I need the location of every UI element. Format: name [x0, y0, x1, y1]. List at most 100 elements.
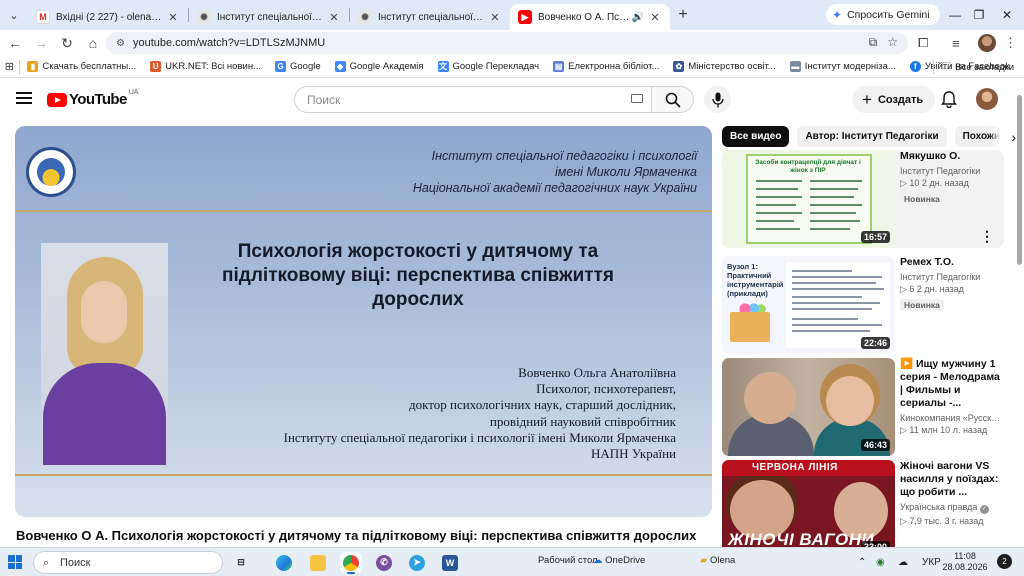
search-button[interactable] [652, 86, 694, 113]
tab-youtube-active[interactable]: ▶ Вовченко О А. Психологія 🔊 ✕ [510, 4, 670, 30]
site-info-icon[interactable]: ⚙ [116, 38, 125, 49]
video-thumbnail[interactable]: Засоби контрацепції для дівчат і жінок з… [722, 150, 895, 248]
cast-icon[interactable]: ⧉ [869, 35, 878, 50]
speaker-icon[interactable]: 🔊 [632, 12, 644, 23]
ask-gemini-button[interactable]: ✦ Спросить Gemini [826, 4, 940, 25]
close-tab-icon[interactable]: ✕ [327, 11, 341, 24]
notification-count[interactable]: 2 [997, 554, 1012, 569]
all-bookmarks-button[interactable]: 🗀 Все закладки [925, 56, 1014, 78]
bookmark-item[interactable]: ▤ Електронна бібліот... [553, 61, 659, 72]
bookmark-item[interactable]: ▬ Інститут модерніза... [789, 61, 896, 72]
recommendation-channel[interactable]: Інститут Педагогіки [900, 166, 1004, 176]
bookmark-item[interactable]: U UKR.NET: Всі новин... [150, 61, 261, 72]
close-tab-icon[interactable]: ✕ [648, 11, 662, 24]
close-window-button[interactable]: ✕ [984, 0, 1024, 30]
search-placeholder: Поиск [307, 92, 341, 107]
account-avatar[interactable] [976, 88, 998, 110]
bookmark-favicon-icon: f [909, 61, 921, 72]
notifications-bell-icon[interactable] [941, 91, 957, 108]
word-icon: W [442, 554, 458, 571]
slide-header-line: Інститут спеціальної педагогіки і психол… [431, 149, 697, 163]
system-clock[interactable]: 11:08 28.08.2026 [940, 551, 990, 573]
chevron-right-icon[interactable]: › [990, 126, 1016, 147]
plus-icon: + [862, 89, 872, 109]
tray-app-icon[interactable]: ◉ [876, 548, 885, 576]
tray-cloud-icon[interactable]: ☁ [898, 548, 908, 576]
file-explorer-app[interactable] [307, 552, 329, 573]
extensions-icon[interactable]: ⧠ [918, 30, 928, 56]
video-player[interactable]: Інститут спеціальної педагогіки і психол… [15, 126, 712, 517]
video-thumbnail[interactable]: Вузол 1: Практичний інструментарій (прик… [722, 256, 895, 354]
video-thumbnail[interactable]: 46:43 [722, 358, 895, 456]
media-control-icon[interactable]: ≡ [952, 30, 960, 56]
keyboard-icon[interactable] [631, 94, 643, 103]
recommendation-item[interactable]: ЧЕРВОНА ЛІНІЯ ЖІНОЧІ ВАГОНИ 33:00 Жіночі… [722, 460, 1004, 558]
windows-start-icon[interactable] [8, 555, 22, 569]
recommendation-title[interactable]: Жіночі вагони VS насилля у поїздах: що р… [900, 460, 1004, 499]
viber-icon: ✆ [376, 554, 392, 571]
onedrive-button[interactable]: ☁ OneDrive [593, 555, 645, 566]
olena-folder-button[interactable]: ▰ Olena [700, 555, 735, 566]
recommendation-channel[interactable]: Українська правда ✓ [900, 502, 1004, 514]
youtube-logo[interactable]: YouTube UA [47, 89, 138, 108]
page-scrollbar[interactable] [1015, 79, 1024, 547]
tab-institute-1[interactable]: ✺ Інститут спеціальної педагогіки ✕ [189, 4, 349, 30]
recommendation-title[interactable]: ▶️ Ищу мужчину 1 серия - Мелодрама | Фил… [900, 358, 1004, 410]
recommendation-channel[interactable]: Кинокомпания «Русское... [900, 413, 1004, 423]
desktop-label[interactable]: Рабочий стол [538, 555, 598, 566]
bookmark-item[interactable]: G Google [274, 61, 321, 72]
telegram-app[interactable]: ➤ [406, 552, 428, 573]
task-view-icon[interactable]: ⊟ [230, 552, 252, 573]
slide-author-block: Вовченко Ольга Анатоліївна Психолог, пси… [255, 365, 676, 462]
bookmark-favicon-icon: G [274, 61, 286, 72]
word-app[interactable]: W [439, 552, 461, 573]
tab-search-icon[interactable]: ⌄ [0, 0, 28, 30]
edge-app[interactable] [273, 552, 295, 573]
taskbar-search-input[interactable]: ⌕ Поиск [33, 551, 223, 574]
tab-gmail[interactable]: M Вхідні (2 227) - olena.chebotar ✕ [28, 4, 188, 30]
close-tab-icon[interactable]: ✕ [166, 11, 180, 24]
bookmark-item[interactable]: ◆ Google Академія [334, 61, 424, 72]
reload-icon[interactable]: ↻ [54, 30, 80, 56]
recommendation-item[interactable]: Засоби контрацепції для дівчат і жінок з… [722, 150, 1004, 248]
forward-icon[interactable]: → [28, 30, 54, 56]
address-bar[interactable]: ⚙ youtube.com/watch?v=LDTLSzMJNMU ⧉ ☆ [106, 32, 908, 54]
create-button[interactable]: + Создать [852, 86, 936, 113]
tray-chevron-icon[interactable]: ⌃ [858, 548, 866, 576]
apps-grid-icon[interactable]: ⊞ [0, 60, 19, 73]
viber-app[interactable]: ✆ [373, 552, 395, 573]
recommendation-channel[interactable]: Інститут Педагогіки [900, 272, 1004, 282]
keyboard-language[interactable]: УКР [922, 548, 941, 576]
folder-icon: ▰ [700, 555, 708, 566]
chip-all-videos[interactable]: Все видео [722, 126, 790, 147]
folder-icon [310, 554, 326, 571]
voice-search-button[interactable] [704, 86, 731, 113]
scrollbar-thumb[interactable] [1017, 95, 1022, 265]
video-thumbnail[interactable]: ЧЕРВОНА ЛІНІЯ ЖІНОЧІ ВАГОНИ 33:00 [722, 460, 895, 558]
new-tab-button[interactable]: + [670, 0, 696, 30]
search-input[interactable]: Поиск [294, 86, 652, 113]
bookmark-item[interactable]: 文 Google Перекладач [437, 61, 539, 72]
video-title: Вовченко О А. Психологія жорстокості у д… [16, 528, 697, 543]
chrome-menu-icon[interactable]: ⋮ [1004, 30, 1017, 56]
back-icon[interactable]: ← [2, 30, 28, 56]
close-tab-icon[interactable]: ✕ [488, 11, 502, 24]
bookmark-item[interactable]: ✿ Міністерство освіт... [673, 61, 776, 72]
recommendation-item[interactable]: 46:43 ▶️ Ищу мужчину 1 серия - Мелодрама… [722, 358, 1004, 456]
tab-institute-2[interactable]: ✺ Інститут спеціальної педагогік ✕ [350, 4, 510, 30]
folder-icon: 🗀 [941, 61, 952, 72]
slide-author-line: Вовченко Ольга Анатоліївна [518, 365, 676, 380]
chip-author[interactable]: Автор: Інститут Педагогіки [797, 126, 947, 147]
home-icon[interactable]: ⌂ [80, 30, 106, 56]
slide-author-line: провідний науковий співробітник [489, 413, 676, 429]
recommendation-item[interactable]: Вузол 1: Практичний інструментарій (прик… [722, 256, 1004, 354]
profile-avatar[interactable] [978, 34, 996, 52]
url-text: youtube.com/watch?v=LDTLSzMJNMU [132, 37, 326, 49]
bookmark-item[interactable]: ▮ Скачать бесплатны... [27, 61, 136, 72]
recommendation-title[interactable]: Мякушко О. [900, 150, 1004, 163]
bookmark-star-icon[interactable]: ☆ [887, 35, 898, 50]
guide-menu-icon[interactable] [16, 92, 32, 104]
chrome-app[interactable] [340, 552, 362, 574]
recommendation-title[interactable]: Ремех Т.О. [900, 256, 1004, 269]
more-actions-icon[interactable]: ⋮ [980, 228, 994, 245]
